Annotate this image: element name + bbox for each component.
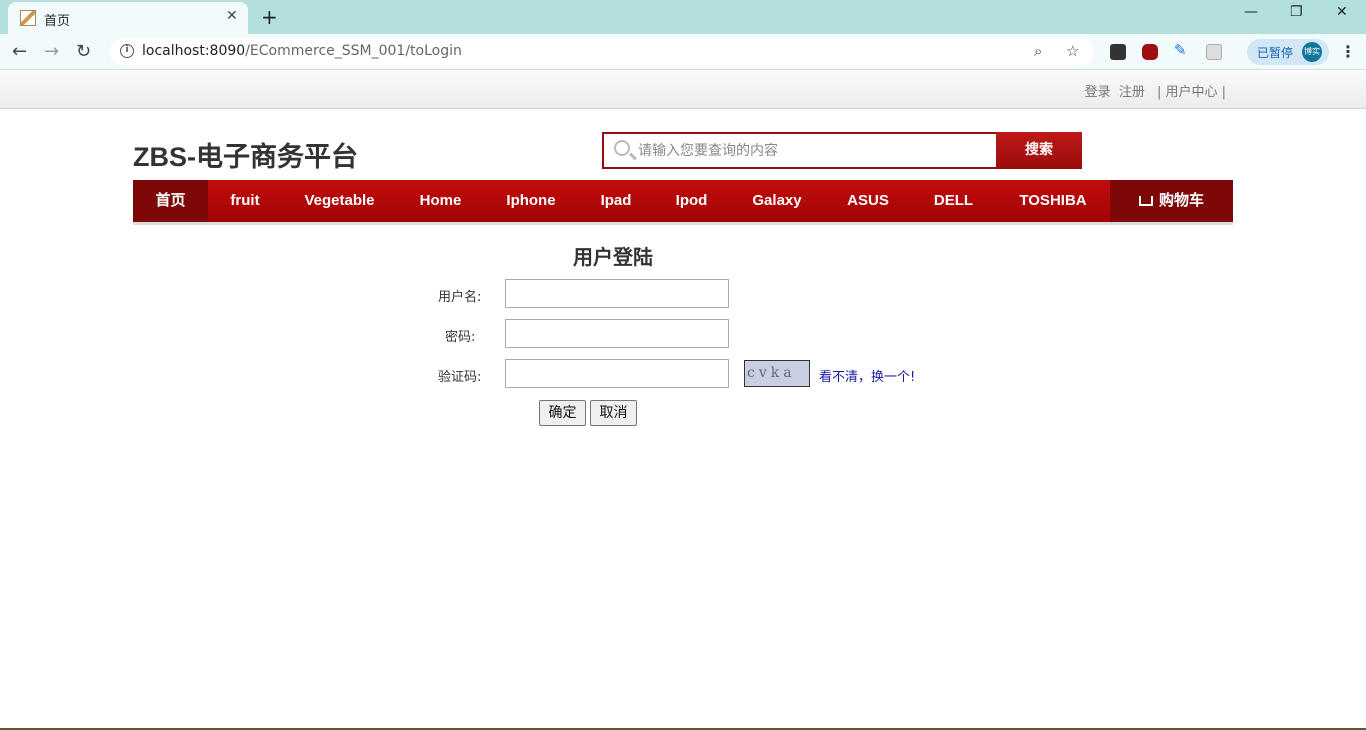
cart-label: 购物车 (1158, 192, 1204, 209)
nav-item-ipod[interactable]: Ipod (654, 180, 729, 222)
close-tab-icon[interactable]: ✕ (226, 8, 238, 24)
nav-item-cart[interactable]: 购物车 (1110, 180, 1233, 222)
search-input[interactable] (638, 138, 992, 164)
nav-item-fruit[interactable]: fruit (208, 180, 282, 222)
refresh-captcha-link[interactable]: 看不清，换一个! (819, 366, 915, 385)
search-icon (614, 140, 630, 156)
cancel-button[interactable]: 取消 (590, 400, 637, 426)
url-text: localhost:8090/ECommerce_SSM_001/toLogin (142, 43, 462, 59)
main-nav: 首页 fruit Vegetable Home Iphone Ipad Ipod… (133, 180, 1233, 225)
register-link[interactable]: 注册 (1119, 85, 1145, 100)
nav-item-dell[interactable]: DELL (911, 180, 996, 222)
ublock-icon[interactable] (1142, 44, 1158, 60)
username-field[interactable] (505, 279, 729, 308)
forward-icon[interactable]: → (44, 41, 59, 62)
restore-icon[interactable]: ❐ (1290, 4, 1303, 20)
back-icon[interactable]: ← (12, 41, 27, 62)
tab-title: 首页 (44, 14, 71, 29)
cart-icon (1138, 196, 1153, 206)
nav-item-home[interactable]: Home (397, 180, 484, 222)
url-input[interactable]: i localhost:8090/ECommerce_SSM_001/toLog… (110, 38, 1094, 66)
search-button[interactable]: 搜索 (996, 132, 1082, 169)
captcha-field[interactable] (505, 359, 729, 388)
nav-item-toshiba[interactable]: TOSHIBA (996, 180, 1110, 222)
nav-item-iphone[interactable]: Iphone (484, 180, 578, 222)
avatar: 博实 (1302, 42, 1322, 62)
confirm-button[interactable]: 确定 (539, 400, 586, 426)
extension-icon[interactable] (1110, 44, 1126, 60)
nav-item-galaxy[interactable]: Galaxy (729, 180, 825, 222)
close-window-icon[interactable]: ✕ (1336, 4, 1348, 20)
password-label: 密码: (445, 330, 476, 345)
new-tab-icon[interactable]: + (261, 5, 278, 29)
reload-icon[interactable]: ↻ (76, 41, 91, 62)
site-top-bar: 登录 注册 | 用户中心 | (0, 71, 1366, 109)
search-box: 搜索 (602, 132, 1082, 169)
minimize-icon[interactable]: — (1244, 4, 1258, 20)
login-link[interactable]: 登录 (1085, 85, 1111, 100)
nav-item-ipad[interactable]: Ipad (578, 180, 654, 222)
favicon-icon (20, 10, 36, 26)
pen-extension-icon[interactable]: ✎ (1174, 41, 1190, 59)
username-label: 用户名: (438, 290, 482, 305)
profile-button[interactable]: 已暂停 博实 (1247, 39, 1329, 65)
address-bar: ← → ↻ i localhost:8090/ECommerce_SSM_001… (0, 34, 1366, 70)
extension-icon[interactable] (1206, 44, 1222, 60)
zoom-icon[interactable]: ⌕ (1034, 42, 1042, 60)
nav-item-home-cn[interactable]: 首页 (133, 180, 208, 222)
login-title: 用户登陆 (573, 245, 653, 269)
site-info-icon[interactable]: i (120, 44, 134, 58)
captcha-label: 验证码: (438, 370, 482, 385)
nav-item-asus[interactable]: ASUS (825, 180, 911, 222)
browser-tab[interactable]: 首页 ✕ (8, 2, 248, 34)
password-field[interactable] (505, 319, 729, 348)
profile-status: 已暂停 (1257, 46, 1294, 60)
nav-item-vegetable[interactable]: Vegetable (282, 180, 397, 222)
captcha-image[interactable]: cvka (744, 360, 810, 387)
site-logo[interactable]: ZBS-电子商务平台 (133, 135, 358, 174)
more-menu-icon[interactable]: ⋮ (1340, 42, 1356, 61)
tab-strip: 首页 ✕ + — ❐ ✕ (0, 0, 1366, 34)
bookmark-star-icon[interactable]: ☆ (1066, 42, 1079, 60)
user-center-link[interactable]: | 用户中心 | (1157, 85, 1226, 100)
